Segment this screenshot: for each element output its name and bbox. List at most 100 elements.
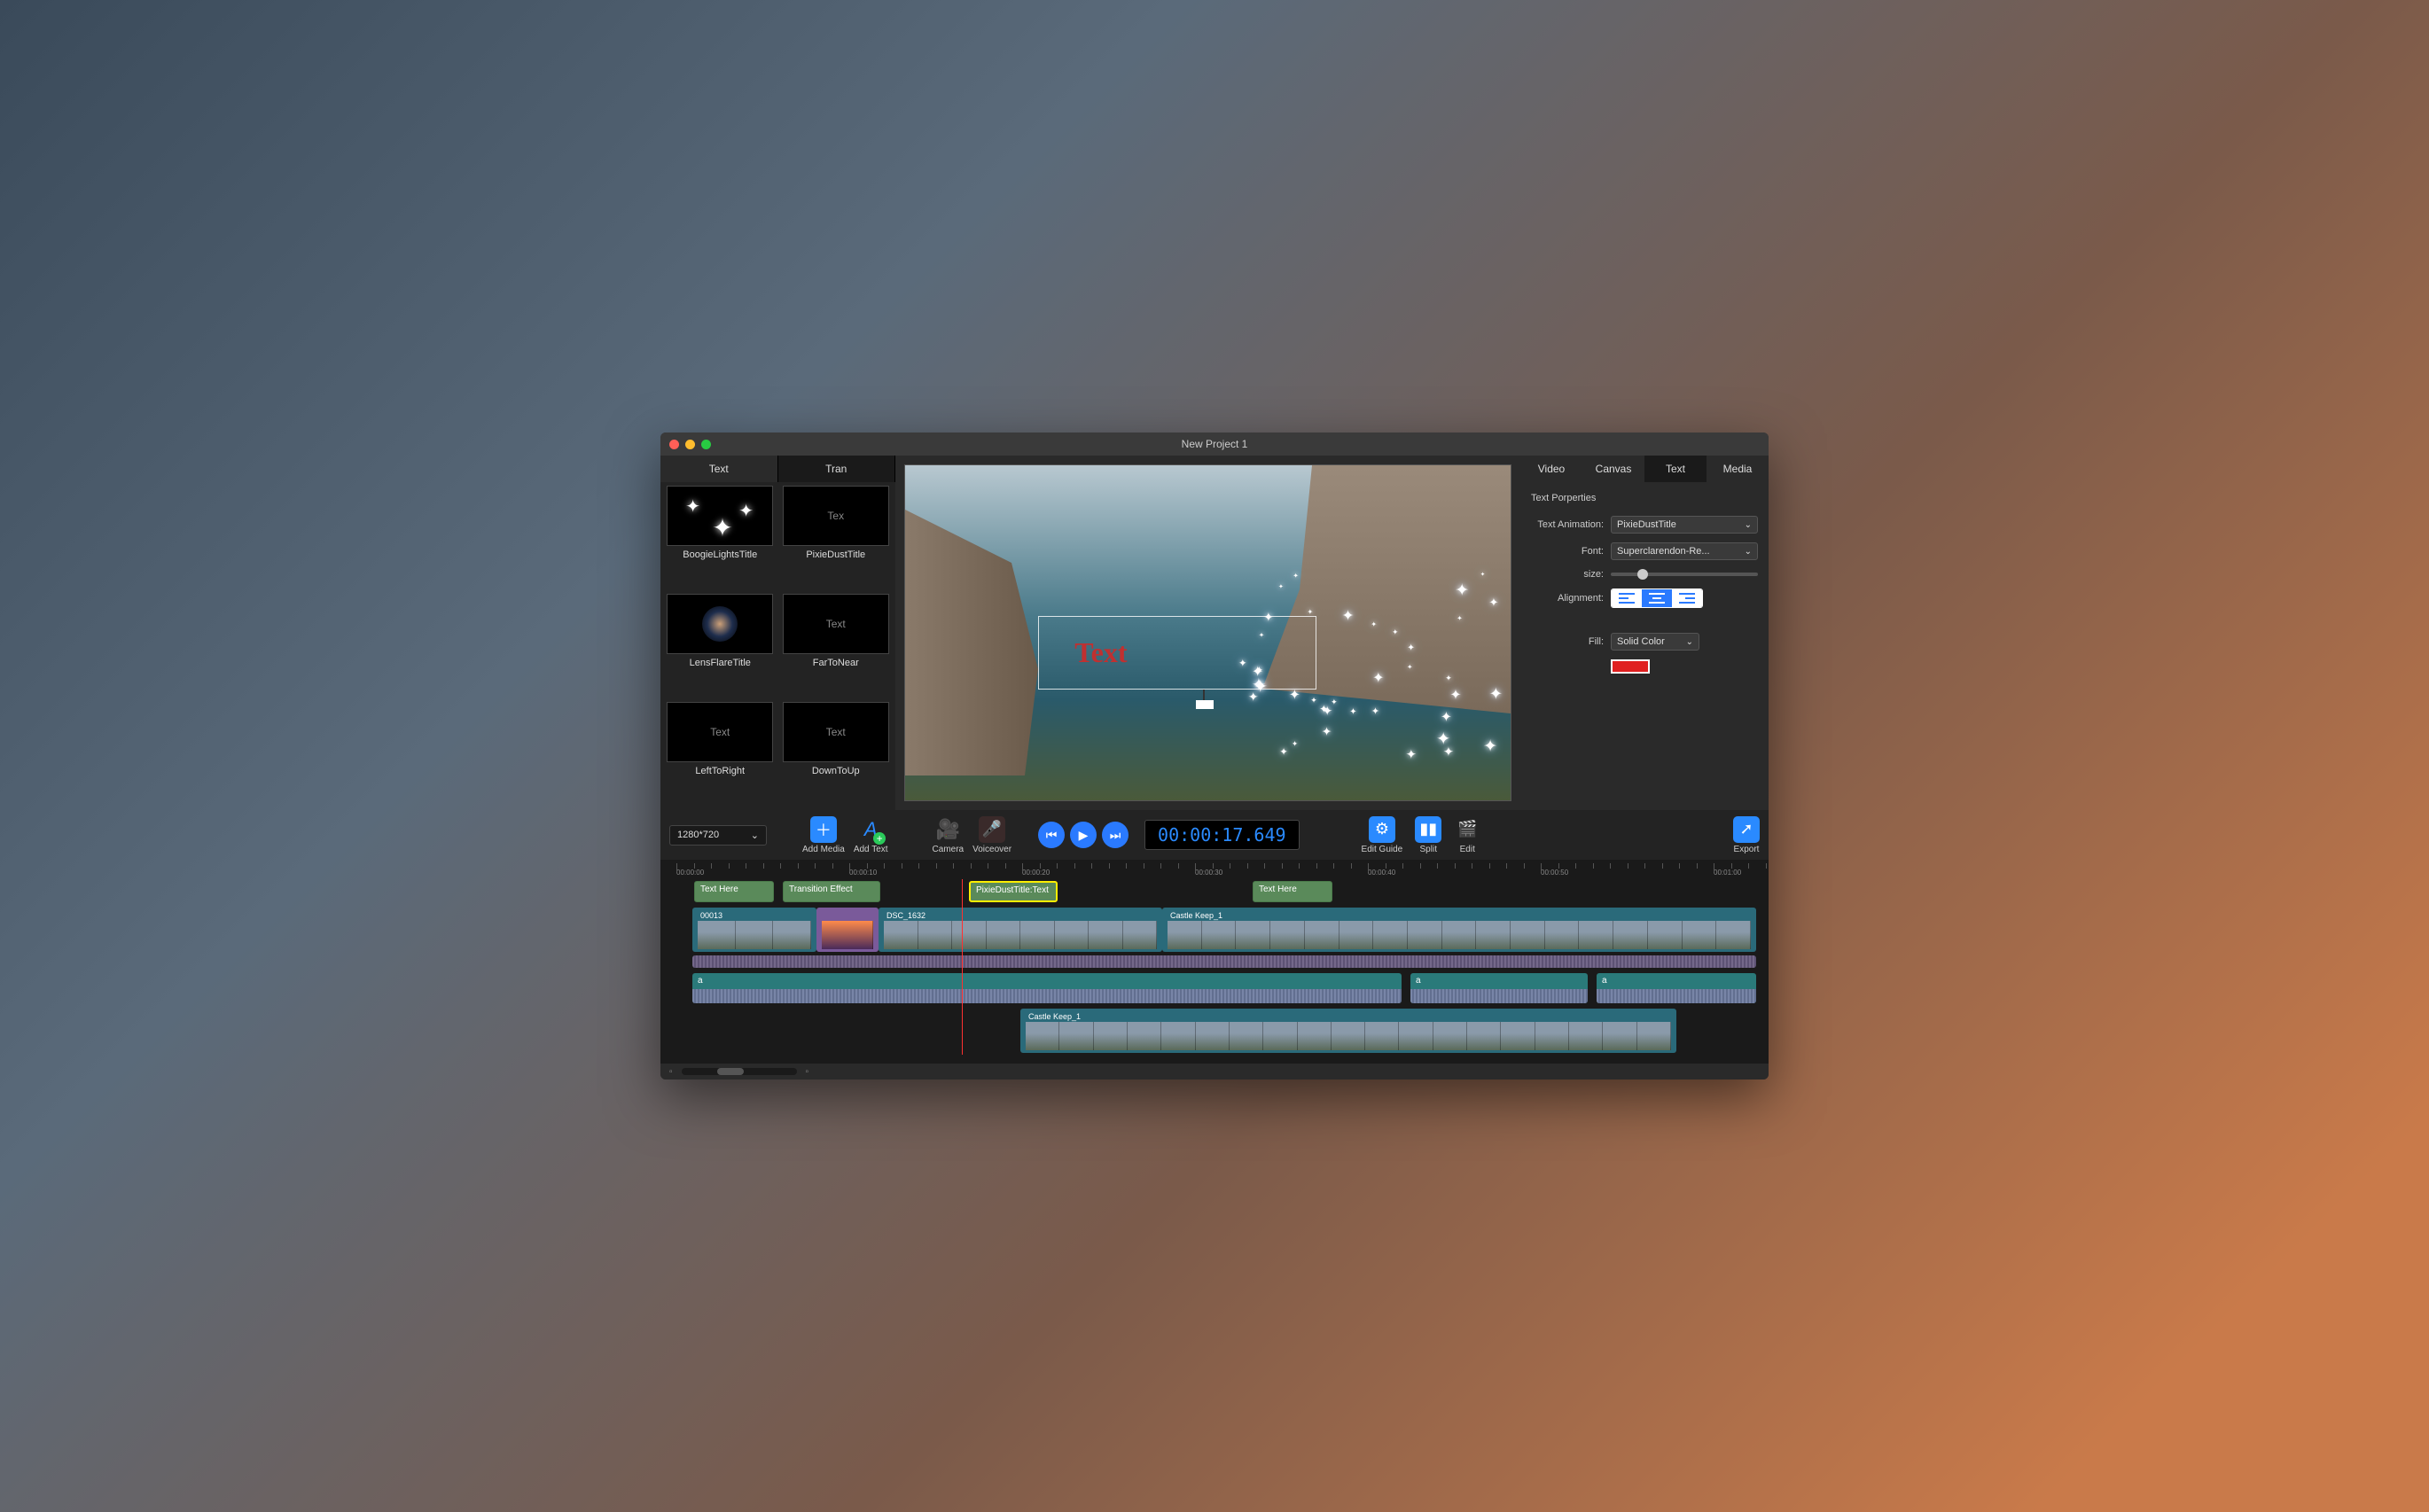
zoom-slider[interactable] [682, 1068, 797, 1075]
text-clip[interactable]: Transition Effect [783, 881, 880, 902]
ruler-label: 00:00:00 [676, 869, 704, 877]
text-track[interactable]: Text Here Transition Effect PixieDustTitle… [676, 879, 1769, 904]
zoom-in-icon[interactable]: ▫ [806, 1067, 809, 1077]
voiceover-button[interactable]: 🎤 Voiceover [972, 816, 1011, 854]
playhead[interactable] [962, 879, 963, 1055]
preset-DownToUp[interactable]: TextDownToUp [780, 702, 893, 807]
close-icon[interactable] [669, 440, 679, 449]
sparkle-icon: ✦ [1292, 739, 1298, 748]
playback-controls: ⏮ ▶ ⏭ [1038, 822, 1129, 848]
video-clip[interactable]: Castle Keep_1 [1162, 908, 1756, 952]
tab-text-props[interactable]: Text [1644, 456, 1707, 482]
sparkle-icon: ✦ [1293, 572, 1298, 580]
video-clip[interactable] [816, 908, 879, 952]
label-size: size: [1531, 569, 1611, 580]
sparkle-icon: ✦ [1349, 707, 1356, 717]
sparkle-icon: ✦ [1488, 596, 1498, 610]
tab-video[interactable]: Video [1520, 456, 1582, 482]
align-center-button[interactable] [1642, 589, 1672, 607]
video-clip[interactable]: 00013 [692, 908, 816, 952]
prev-button[interactable]: ⏮ [1038, 822, 1065, 848]
label-fill: Fill: [1531, 636, 1611, 647]
sparkle-icon: ✦ [1489, 684, 1503, 704]
add-text-button[interactable]: A+ Add Text [854, 816, 888, 854]
sparkle-icon: ✦ [1443, 744, 1454, 760]
preset-BoogieLightsTitle[interactable]: ✦✦✦BoogieLightsTitle [664, 486, 777, 590]
sparkle-icon: ✦ [1372, 669, 1384, 687]
tab-canvas[interactable]: Canvas [1582, 456, 1644, 482]
preset-LeftToRight[interactable]: TextLeftToRight [664, 702, 777, 807]
preset-FarToNear[interactable]: TextFarToNear [780, 594, 893, 698]
text-clip[interactable]: PixieDustTitle:Text [969, 881, 1058, 902]
video-clip[interactable]: DSC_1632 [879, 908, 1162, 952]
next-button[interactable]: ⏭ [1102, 822, 1129, 848]
text-overlay-box[interactable]: Text [1038, 616, 1316, 690]
preset-LensFlareTitle[interactable]: LensFlareTitle [664, 594, 777, 698]
time-ruler[interactable]: 00:00:0000:00:1000:00:2000:00:3000:00:40… [660, 863, 1769, 879]
add-media-button[interactable]: ＋ Add Media [802, 816, 845, 854]
video-track-2[interactable]: Castle Keep_1 [676, 1007, 1769, 1055]
select-animation[interactable]: PixieDustTitle [1611, 516, 1758, 534]
edit-button[interactable]: 🎬 Edit [1454, 816, 1480, 854]
bottom-bar: ▫ ▫ [660, 1064, 1769, 1079]
slider-thumb[interactable] [1637, 569, 1648, 580]
text-clip[interactable]: Text Here [1253, 881, 1332, 902]
sparkle-icon: ✦ [1450, 687, 1462, 704]
align-right-button[interactable] [1672, 589, 1702, 607]
split-icon: ▮▮ [1415, 816, 1441, 843]
toolbar: 1280*720⌄ ＋ Add Media A+ Add Text 🎥 Came… [660, 810, 1769, 860]
scenery [1196, 700, 1214, 709]
text-clip[interactable]: Text Here [694, 881, 774, 902]
audio-clip[interactable]: a [692, 973, 1402, 1003]
slider-thumb[interactable] [717, 1068, 744, 1075]
ruler-label: 00:00:30 [1195, 869, 1222, 877]
tab-media[interactable]: Media [1707, 456, 1769, 482]
timecode: 00:00:17.649 [1144, 820, 1300, 850]
camera-button[interactable]: 🎥 Camera [933, 816, 965, 854]
ruler-label: 00:00:50 [1541, 869, 1568, 877]
tab-text[interactable]: Text [660, 456, 778, 482]
sparkle-icon: ✦ [1480, 571, 1485, 578]
sparkle-icon: ✦ [1445, 674, 1451, 683]
resolution-select[interactable]: 1280*720⌄ [669, 825, 767, 846]
label-font: Font: [1531, 546, 1611, 557]
zoom-out-icon[interactable]: ▫ [669, 1067, 673, 1077]
align-left-button[interactable] [1612, 589, 1642, 607]
fill-color-swatch[interactable] [1611, 659, 1650, 674]
select-font[interactable]: Superclarendon-Re... [1611, 542, 1758, 560]
ruler-label: 00:00:20 [1022, 869, 1050, 877]
slider-size[interactable] [1611, 573, 1758, 576]
play-button[interactable]: ▶ [1070, 822, 1097, 848]
inspector-panel: Video Canvas Text Media Text Porperties … [1520, 456, 1769, 810]
waveform-track [676, 955, 1769, 970]
tab-transition[interactable]: Tran [778, 456, 896, 482]
main-area: Text Tran ✦✦✦BoogieLightsTitleTexPixieDu… [660, 456, 1769, 810]
left-panel: Text Tran ✦✦✦BoogieLightsTitleTexPixieDu… [660, 456, 895, 810]
minimize-icon[interactable] [685, 440, 695, 449]
left-tabs: Text Tran [660, 456, 895, 482]
export-icon: ➚ [1733, 816, 1760, 843]
video-track[interactable]: 00013 DSC_1632Castle Keep_1 [676, 906, 1769, 954]
scenery [905, 510, 1038, 775]
split-button[interactable]: ▮▮ Split [1415, 816, 1441, 854]
sparkle-icon: ✦ [1407, 643, 1415, 653]
select-fill[interactable]: Solid Color [1611, 633, 1699, 651]
sparkle-icon: ✦ [1278, 582, 1284, 590]
video-clip[interactable]: Castle Keep_1 [1020, 1009, 1676, 1053]
export-button[interactable]: ➚ Export [1733, 816, 1760, 854]
edit-guide-button[interactable]: ⚙ Edit Guide [1362, 816, 1403, 854]
props-title: Text Porperties [1531, 493, 1758, 503]
audio-track[interactable]: aaa [676, 971, 1769, 1005]
maximize-icon[interactable] [701, 440, 711, 449]
sparkle-icon: ✦ [1455, 581, 1469, 601]
audio-clip[interactable]: a [1597, 973, 1756, 1003]
preview-canvas[interactable]: ✦✦✦✦✦✦✦✦✦✦✦✦✦✦✦✦✦✦✦✦✦✦✦✦✦✦✦✦✦✦✦✦✦✦✦✦✦✦✦✦… [904, 464, 1511, 801]
audio-clip[interactable]: a [1410, 973, 1588, 1003]
titlebar: New Project 1 [660, 433, 1769, 456]
preset-PixieDustTitle[interactable]: TexPixieDustTitle [780, 486, 893, 590]
sparkle-icon: ✦ [1392, 627, 1398, 637]
traffic-lights [660, 440, 711, 449]
app-window: New Project 1 Text Tran ✦✦✦BoogieLightsT… [660, 433, 1769, 1079]
sparkle-icon: ✦ [1342, 607, 1355, 625]
chevron-down-icon: ⌄ [751, 830, 759, 841]
